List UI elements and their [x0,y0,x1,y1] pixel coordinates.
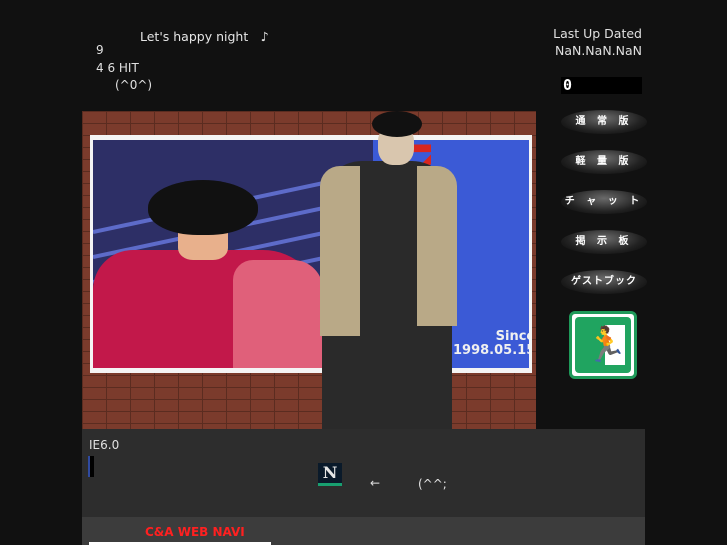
nav-button-chat[interactable]: チ ャ ッ ト [561,190,647,214]
last-updated-date: NaN.NaN.NaN [554,43,642,58]
ie-version-label: IE6.0 [89,438,120,452]
figure-jacket-right [417,166,457,326]
site-banner: SHAKIN' NIGHT Since 1998.05.15 [82,111,536,429]
figure-standing-hat [372,111,422,137]
emoticon-sweat-text: (^^; [418,477,447,491]
nav-button-guestbook[interactable]: ゲストブック [561,270,647,294]
browser-info-panel [82,429,645,517]
arrow-left-icon: ← [370,476,381,490]
ie-icon[interactable] [88,456,94,477]
figure-red-suit-sleeve [233,260,323,368]
figure-jacket-left [320,166,360,336]
nav-button-standard[interactable]: 通 常 版 [561,110,647,134]
exit-sign-panel: 🏃 [575,317,631,373]
nav-button-lite[interactable]: 軽 量 版 [561,150,647,174]
visitor-line-today: 9 [96,43,104,57]
emoticon-text: (^0^) [115,78,153,92]
nav-button-bbs[interactable]: 掲 示 板 [561,230,647,254]
since-label: Since [495,329,529,344]
hit-count-text: 4 6 HIT [96,61,139,75]
figure-hat [148,180,258,235]
ca-web-navi-link[interactable]: C&A WEB NAVI [145,525,245,539]
poster-artwork: SHAKIN' NIGHT Since 1998.05.15 [93,140,529,368]
netscape-icon[interactable]: N [318,463,342,486]
tagline: Let's happy night ♪ [140,29,269,44]
poster-frame: SHAKIN' NIGHT Since 1998.05.15 [90,135,532,373]
since-text: Since 1998.05.15 [453,330,529,358]
access-counter: 0 [561,77,642,94]
since-date: 1998.05.15 [453,343,529,358]
emergency-exit-icon[interactable]: 🏃 [569,311,637,379]
running-figure-icon: 🏃 [585,325,628,365]
last-updated-label: Last Up Dated [553,26,642,41]
